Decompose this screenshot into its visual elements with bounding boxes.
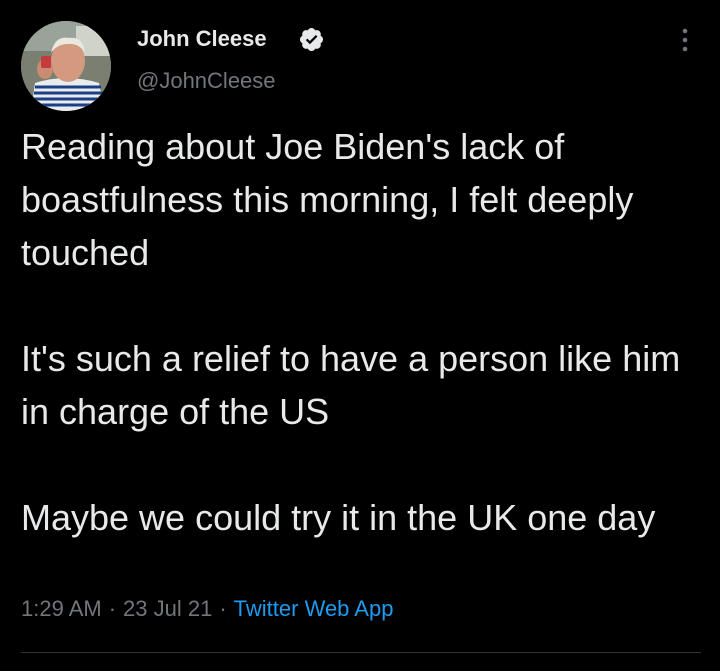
more-options-icon[interactable] — [673, 26, 697, 54]
tweet-paragraph: Reading about Joe Biden's lack of boastf… — [21, 126, 634, 273]
tweet-source-link[interactable]: Twitter Web App — [234, 596, 394, 621]
tweet-text: Reading about Joe Biden's lack of boastf… — [21, 120, 701, 544]
tweet-card: John Cleese @JohnCleese Reading about Jo… — [0, 0, 720, 671]
separator-dot: · — [219, 596, 227, 621]
tweet-metadata: 1:29 AM · 23 Jul 21 · Twitter Web App — [21, 596, 393, 622]
avatar[interactable] — [21, 21, 111, 111]
tweet-paragraph: Maybe we could try it in the UK one day — [21, 497, 656, 538]
author-handle[interactable]: @JohnCleese — [137, 68, 276, 94]
tweet-paragraph: It's such a relief to have a person like… — [21, 338, 681, 432]
divider — [21, 652, 701, 653]
verified-badge-icon — [299, 27, 324, 52]
avatar-photo — [21, 21, 111, 111]
separator-dot: · — [108, 596, 117, 621]
tweet-time[interactable]: 1:29 AM — [21, 596, 102, 621]
author-name[interactable]: John Cleese — [137, 26, 267, 52]
tweet-date[interactable]: 23 Jul 21 — [123, 596, 212, 621]
